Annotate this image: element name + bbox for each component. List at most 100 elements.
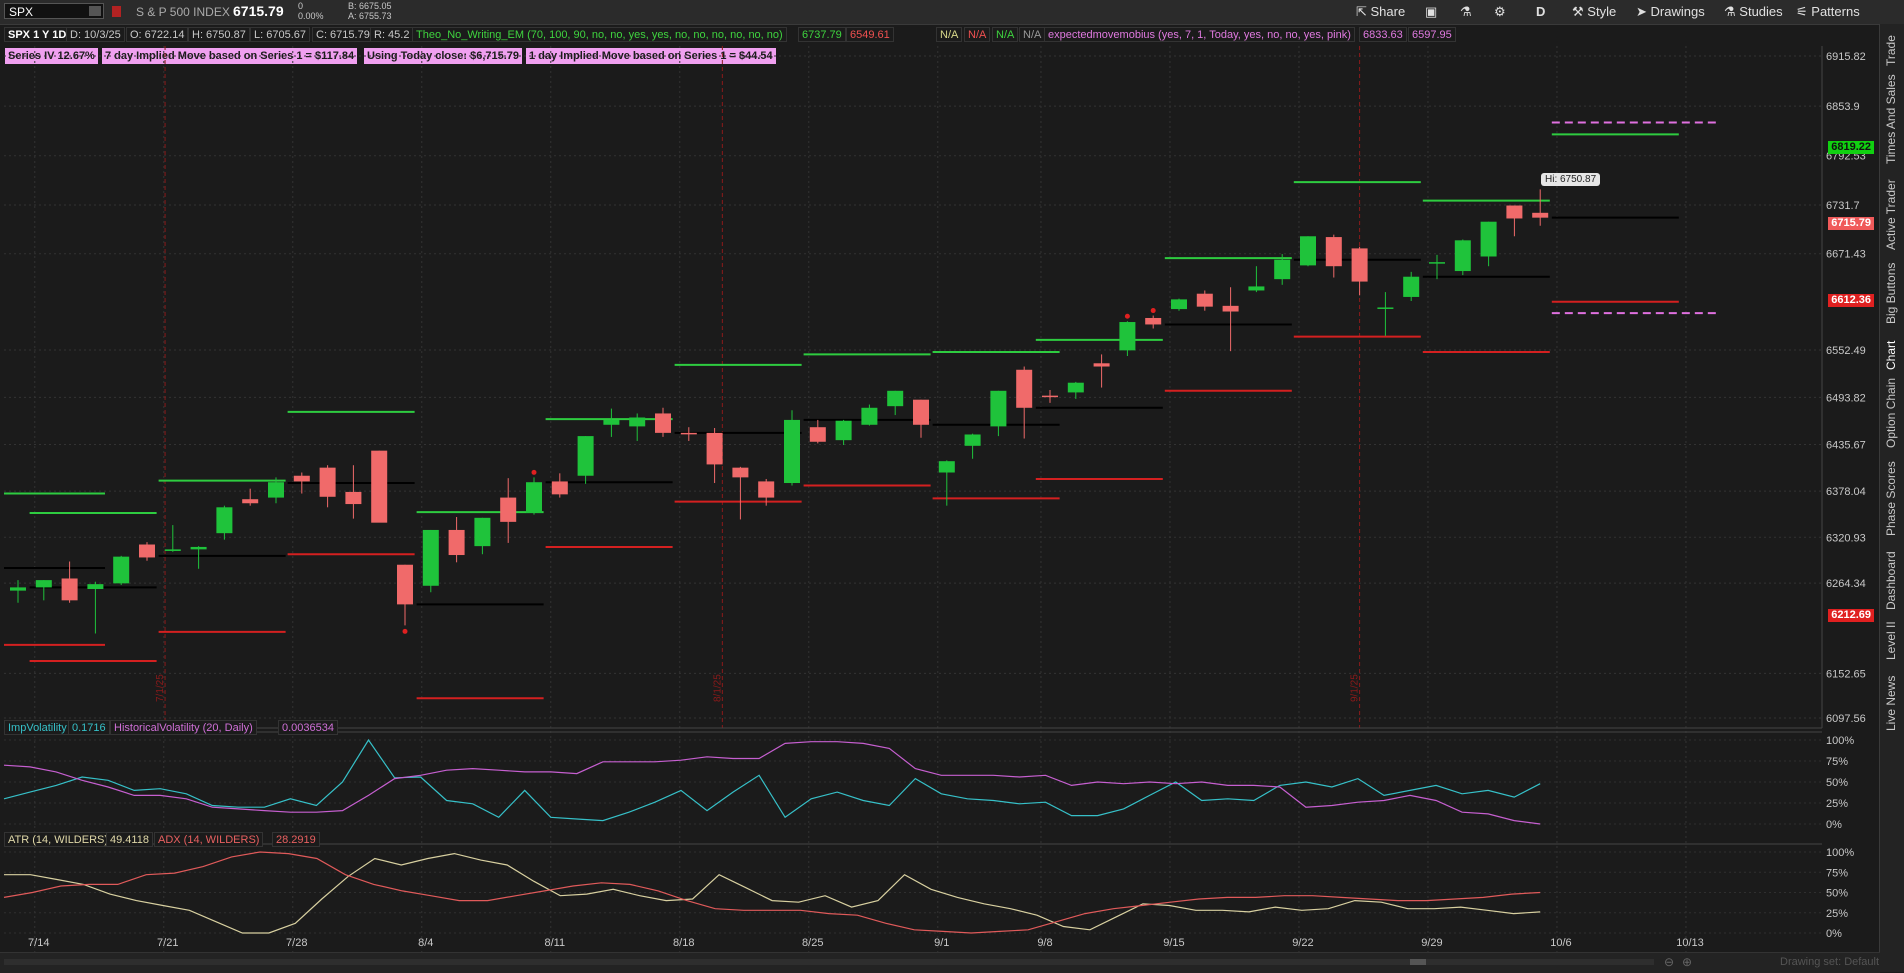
side-tab-times-and-sales[interactable]: Times And Sales xyxy=(1884,74,1898,164)
style-icon: ⚒ xyxy=(1572,4,1588,19)
scrollbar-thumb[interactable] xyxy=(1410,959,1426,965)
candle-body xyxy=(87,584,104,590)
price-tick-label: 6493.82 xyxy=(1826,392,1866,404)
share-button[interactable]: ⇱ Share xyxy=(1356,3,1405,21)
symbol-dropdown-icon[interactable] xyxy=(89,6,101,16)
date-tick-label: 7/21 xyxy=(157,937,178,949)
candle-body xyxy=(1248,286,1265,291)
candle-body xyxy=(758,481,775,498)
candle-body xyxy=(1093,363,1110,367)
candles xyxy=(10,189,1549,634)
price-axis: 6097.56 6152.65 6264.34 6320.93 6378.04 6435.… xyxy=(4,46,1866,729)
candle-body xyxy=(139,544,155,558)
candle-body xyxy=(526,482,542,513)
price-tick-label: 6097.56 xyxy=(1826,713,1866,725)
candle-body xyxy=(1196,293,1213,307)
signal-up-marker xyxy=(1150,308,1156,314)
symbol-input[interactable]: SPX xyxy=(4,3,104,19)
lower-level-price-box: 6612.36 xyxy=(1828,294,1874,307)
last-price: 6715.79 xyxy=(233,3,284,19)
side-tab-chart[interactable]: Chart xyxy=(1884,341,1898,370)
snapshot-button[interactable]: ▣ xyxy=(1425,3,1437,21)
aggregation-button[interactable]: D xyxy=(1536,3,1545,21)
style-button[interactable]: ⚒ Style xyxy=(1572,3,1616,21)
date-tick-label: 10/6 xyxy=(1550,937,1571,949)
candle-body xyxy=(422,529,439,586)
adx-value: 28.2919 xyxy=(272,832,320,847)
hv-label[interactable]: HistoricalVolatility (20, Daily) xyxy=(110,720,257,735)
candle-body xyxy=(474,517,491,547)
candle-body xyxy=(861,407,878,425)
side-tab-big-buttons[interactable]: Big Buttons xyxy=(1884,263,1898,324)
month-marker-label: 9/1/25 xyxy=(1350,674,1361,702)
patterns-button[interactable]: ⚟ Patterns xyxy=(1796,3,1860,21)
iv-label[interactable]: ImpVolatility xyxy=(4,720,71,735)
candle-body xyxy=(1506,205,1523,219)
candle-body xyxy=(809,427,826,442)
signal-up-marker xyxy=(531,469,537,475)
share-icon: ⇱ xyxy=(1356,4,1371,19)
date-tick-label: 9/22 xyxy=(1292,937,1313,949)
link-color-icon[interactable] xyxy=(112,6,121,17)
candle-body xyxy=(1403,276,1420,297)
side-tab-option-chain[interactable]: Option Chain xyxy=(1884,378,1898,448)
candle-body xyxy=(732,467,749,478)
candle-body xyxy=(1351,248,1368,282)
signal-up-marker xyxy=(1124,313,1130,319)
camera-icon: ▣ xyxy=(1425,4,1438,19)
horizontal-scrollbar[interactable] xyxy=(4,959,1654,965)
settings-button[interactable]: ⚙ xyxy=(1494,3,1506,21)
candle-body xyxy=(345,491,362,505)
month-marker-label: 7/1/25 xyxy=(155,674,166,702)
side-tab-live-news[interactable]: Live News xyxy=(1884,676,1898,731)
candle-body xyxy=(35,580,52,588)
candle-body xyxy=(1300,236,1316,266)
side-tab-active-trader[interactable]: Active Trader xyxy=(1884,179,1898,250)
side-tab-level-ii[interactable]: Level II xyxy=(1884,621,1898,660)
studies-button[interactable]: ⚗ Studies xyxy=(1724,3,1783,21)
candle-body xyxy=(680,432,697,435)
hv-value: 0.0036534 xyxy=(278,720,338,735)
date-tick-label: 7/14 xyxy=(28,937,49,949)
price-chart[interactable]: 7/1/25 8/1/25 9/1/25 6097.56 6152.65 6264.34… xyxy=(0,24,1880,952)
candle-body xyxy=(1042,395,1058,398)
last-price-box: 6715.79 xyxy=(1828,217,1874,230)
drawings-button[interactable]: ➤ Drawings xyxy=(1636,3,1705,21)
drawing-set-label[interactable]: Drawing set: Default xyxy=(1780,956,1879,968)
candle-body xyxy=(268,482,284,498)
zoom-out-icon[interactable]: ⊖ xyxy=(1664,955,1674,969)
panel-tick-label: 25% xyxy=(1826,798,1848,810)
candle-body xyxy=(1016,369,1033,408)
flask-button[interactable]: ⚗ xyxy=(1460,3,1472,21)
adx-label[interactable]: ADX (14, WILDERS) xyxy=(154,832,264,847)
candle-body xyxy=(500,497,517,522)
candle-body xyxy=(61,578,78,601)
studies-icon: ⚗ xyxy=(1724,4,1740,19)
upper-level-price-box: 6819.22 xyxy=(1828,141,1874,154)
week-markers: 7/1/25 8/1/25 9/1/25 xyxy=(155,46,1361,728)
candle-body xyxy=(1145,317,1162,325)
date-tick-label: 7/28 xyxy=(286,937,307,949)
candle-body xyxy=(887,390,904,407)
candle-body xyxy=(655,413,671,433)
flask-icon: ⚗ xyxy=(1460,4,1472,19)
candle-body xyxy=(293,475,310,482)
side-tab-dashboard[interactable]: Dashboard xyxy=(1884,551,1898,610)
candle-body xyxy=(1119,322,1136,351)
gear-icon: ⚙ xyxy=(1494,4,1506,19)
price-tick-label: 6671.43 xyxy=(1826,249,1866,261)
date-tick-label: 8/4 xyxy=(418,937,433,949)
side-tab-trade[interactable]: Trade xyxy=(1884,35,1898,66)
panel-series-line xyxy=(4,852,1541,934)
price-tick-label: 6552.49 xyxy=(1826,345,1866,357)
atr-label[interactable]: ATR (14, WILDERS) xyxy=(4,832,113,847)
side-tab-phase-scores[interactable]: Phase Scores xyxy=(1884,461,1898,536)
signal-down-marker xyxy=(402,628,408,634)
side-tabs: Trade Times And Sales Active Trader Big … xyxy=(1879,24,1904,972)
zoom-in-icon[interactable]: ⊕ xyxy=(1682,955,1692,969)
cursor-icon: ➤ xyxy=(1636,4,1651,19)
panel-tick-label: 100% xyxy=(1826,847,1854,859)
candle-body xyxy=(1532,212,1549,218)
panel-tick-label: 0% xyxy=(1826,928,1842,940)
candle-body xyxy=(1454,240,1471,272)
